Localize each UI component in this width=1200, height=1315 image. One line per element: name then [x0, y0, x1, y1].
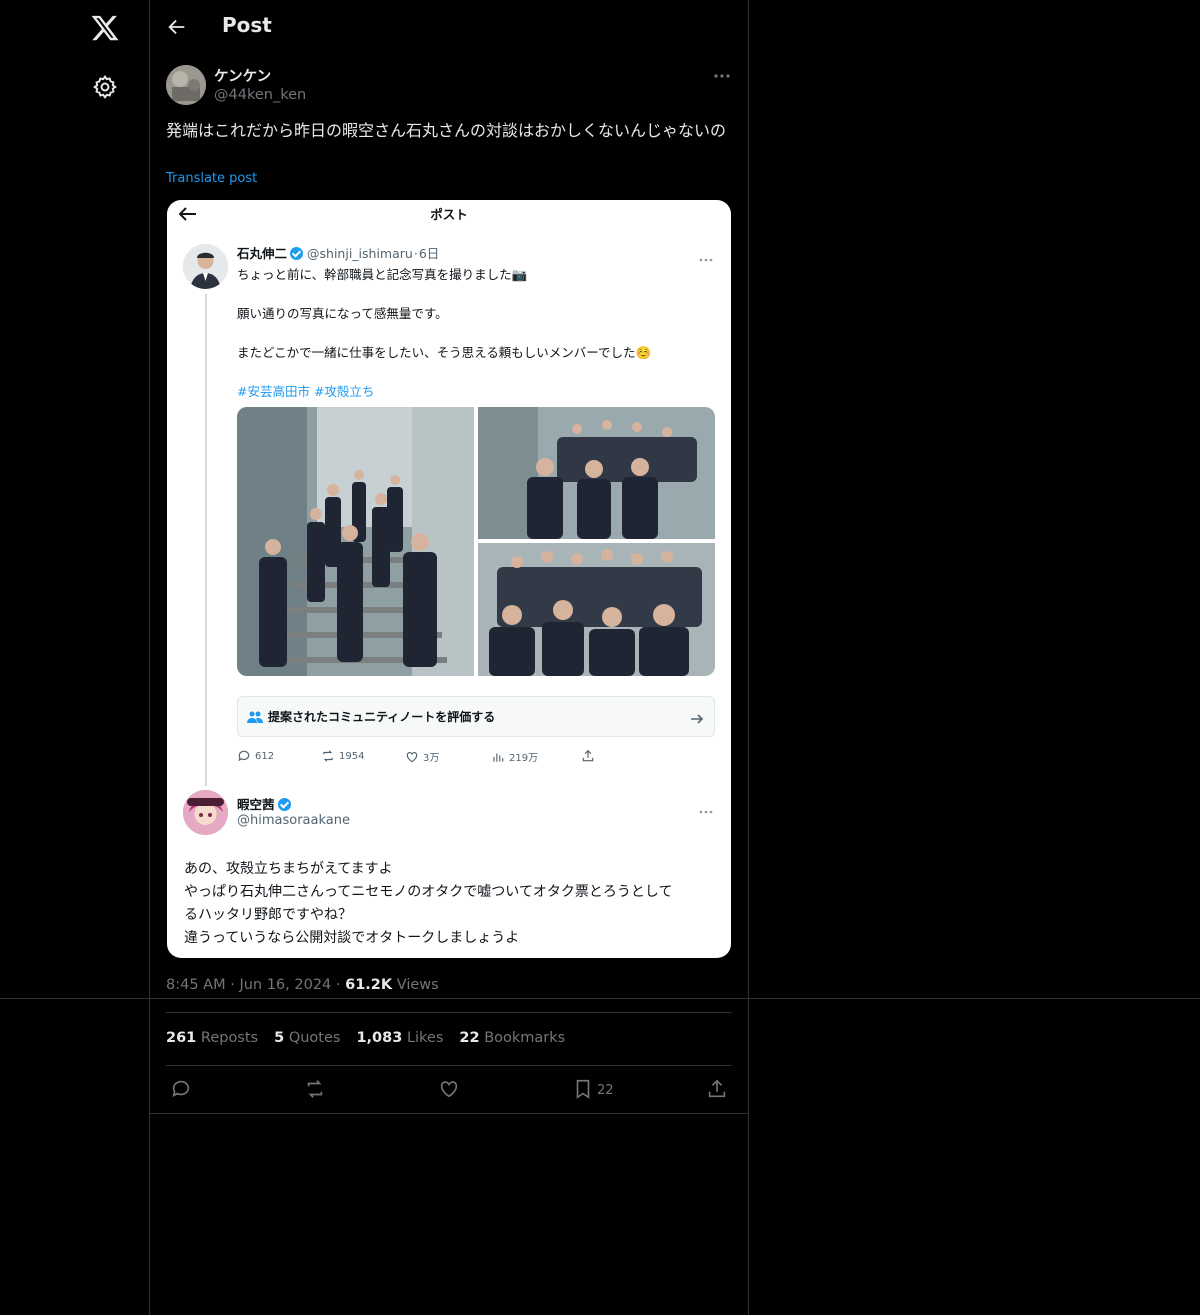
tweet-line: ちょっと前に、幹部職員と記念写真を撮りました📷 [237, 267, 528, 282]
repost-icon [307, 1080, 323, 1098]
views-stat: 219万 [491, 749, 538, 764]
heart-icon [406, 751, 418, 762]
repost-stat: 1954 [321, 749, 364, 763]
x-logo-icon[interactable] [90, 13, 120, 43]
screenshot-title: ポスト [430, 207, 468, 222]
bookmarks-count[interactable]: 22 Bookmarks [459, 1030, 565, 1046]
tweet-stats-row: 612 1954 3万 219万 [237, 749, 715, 767]
verified-badge-icon [277, 798, 291, 811]
post-text: 発端はこれだから昨日の暇空さん石丸さんの対談はおかしくないんじゃないの [166, 121, 727, 140]
tweet-line: 願い通りの写真になって感無量です。 [237, 306, 448, 321]
bookmark-icon [576, 1079, 590, 1099]
reply-icon [238, 750, 250, 762]
reply-button[interactable] [170, 1078, 194, 1102]
reply-author-handle: @himasoraakane [237, 813, 350, 828]
divider [166, 1065, 732, 1066]
tweet-author-name: 石丸伸二 @shinji_ishimaru·6日 [237, 246, 440, 261]
author-name[interactable]: ケンケン [214, 65, 271, 86]
settings-gear-icon[interactable] [92, 74, 118, 100]
reposts-count[interactable]: 261 Reposts [166, 1030, 258, 1046]
reply-stat: 612 [237, 749, 274, 763]
back-arrow-icon[interactable] [166, 16, 188, 38]
arrow-right-icon [690, 710, 704, 724]
avatar [183, 244, 228, 289]
author-handle[interactable]: @44ken_ken [214, 87, 306, 103]
tweet-hashtags: #安芸高田市 #攻殻立ち [237, 384, 375, 399]
author-avatar[interactable] [166, 65, 206, 105]
share-icon [582, 749, 594, 762]
bookmark-button[interactable] [572, 1078, 596, 1102]
share-icon [708, 1079, 726, 1098]
page-title: Post [222, 13, 272, 37]
community-note-prompt: 提案されたコミュニティノートを評価する [237, 696, 715, 737]
repost-icon [323, 750, 333, 762]
translate-post-link[interactable]: Translate post [166, 171, 257, 186]
post-timestamp: 8:45 AM · Jun 16, 2024 · 61.2K Views [166, 977, 439, 993]
more-options-icon [697, 248, 715, 262]
divider [150, 1113, 748, 1114]
reply-author-name: 暇空茜 [237, 794, 291, 813]
verified-badge-icon [290, 247, 304, 260]
like-stat: 3万 [405, 749, 439, 764]
people-icon [247, 709, 263, 723]
likes-count[interactable]: 1,083 Likes [356, 1030, 443, 1046]
page-header: Post [150, 0, 748, 54]
views-icon [493, 753, 504, 762]
reply-text: あの、攻殻立ちまちがえてますよ やっぱり石丸伸二さんってニセモノのオタクで嘘つい… [184, 861, 673, 946]
heart-icon [440, 1081, 458, 1098]
group-photos [237, 407, 715, 676]
share-button[interactable] [706, 1078, 730, 1102]
thread-line [205, 294, 207, 786]
share-stat [581, 749, 595, 763]
left-rail [0, 0, 150, 1315]
divider [166, 1012, 732, 1013]
main-column: Post ケンケン @44ken_ken 発端はこれだから昨日の暇空さん石丸さん… [150, 0, 749, 1315]
more-options-icon[interactable] [706, 66, 738, 86]
more-options-icon [697, 800, 715, 814]
action-bar: 22 [150, 1078, 748, 1102]
engagement-stats: 261 Reposts 5 Quotes 1,083 Likes 22 Bookmar… [166, 1030, 581, 1046]
tweet-line: またどこかで一緒に仕事をしたい、そう思える頼もしいメンバーでした☺️ [237, 345, 652, 360]
post-image[interactable]: ポスト 石丸伸二 @shinji_ishimaru·6日 ちょっと前に、幹部職員と… [167, 200, 731, 958]
divider [0, 998, 1200, 999]
bookmark-count: 22 [597, 1083, 614, 1098]
repost-button[interactable] [304, 1078, 328, 1102]
quotes-count[interactable]: 5 Quotes [274, 1030, 340, 1046]
avatar [183, 790, 228, 835]
reply-icon [172, 1080, 190, 1097]
like-button[interactable] [438, 1078, 462, 1102]
community-note-text: 提案されたコミュニティノートを評価する [268, 710, 496, 724]
